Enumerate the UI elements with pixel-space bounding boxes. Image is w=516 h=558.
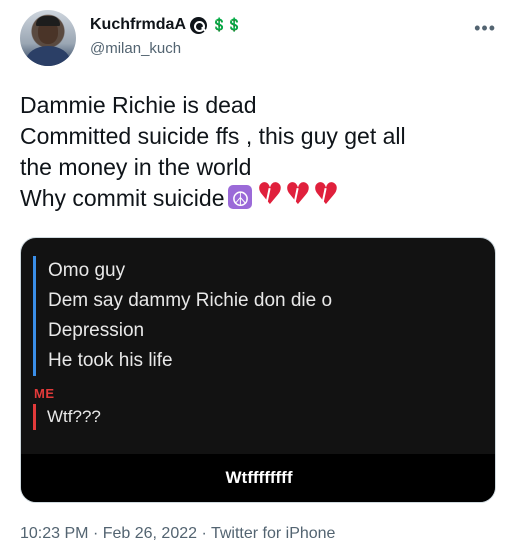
broken-heart-icon: [256, 180, 283, 210]
tweet-line: Committed suicide ffs , this guy get all: [20, 123, 406, 149]
broken-heart-icon: [312, 180, 339, 210]
emoji-row: [228, 180, 339, 215]
user-handle[interactable]: @milan_kuch: [90, 40, 181, 57]
tweet-line: Dammie Richie is dead: [20, 92, 257, 118]
tweet-meta: 10:23 PM · Feb 26, 2022 · Twitter for iP…: [20, 525, 335, 543]
avatar[interactable]: [20, 10, 76, 66]
meta-separator: ·: [201, 525, 207, 542]
peace-symbol-icon: [228, 184, 253, 215]
more-options-icon[interactable]: •••: [474, 18, 496, 39]
name-row[interactable]: KuchfrmdaA 💲💲: [90, 16, 242, 34]
chat-line: Dem say dammy Richie don die o: [48, 290, 333, 311]
tweet-media-image[interactable]: Omo guy Dem say dammy Richie don die o D…: [20, 237, 496, 503]
meta-separator: ·: [92, 525, 99, 542]
tweet-line-with-emojis: Why commit suicide: [20, 180, 500, 215]
caption-bar: Wtffffffff: [21, 454, 495, 502]
chat-line: Depression: [48, 320, 145, 341]
avatar-cap: [36, 16, 60, 26]
display-name[interactable]: KuchfrmdaA: [90, 16, 186, 34]
avatar-shoulders: [26, 46, 70, 66]
tweet-time[interactable]: 10:23 PM: [20, 525, 88, 542]
tweet-line: Why commit suicide: [20, 185, 225, 211]
chat-line: Omo guy: [48, 260, 126, 281]
tweet-date[interactable]: Feb 26, 2022: [103, 525, 197, 542]
chat-line: He took his life: [48, 350, 173, 371]
tweet-header: KuchfrmdaA 💲💲 @milan_kuch •••: [20, 10, 496, 68]
my-reply-message: Wtf???: [47, 407, 101, 426]
image-caption: Wtffffffff: [225, 468, 293, 487]
quoted-chat-block: Omo guy Dem say dammy Richie don die o D…: [33, 256, 332, 376]
search-icon: [190, 16, 208, 34]
tweet-text: Dammie Richie is dead Committed suicide …: [20, 90, 500, 215]
my-reply-block: Wtf???: [33, 404, 101, 430]
broken-heart-icon: [284, 180, 311, 210]
dollar-emoji-icon: 💲💲: [211, 17, 242, 32]
me-label: ME: [34, 386, 55, 401]
tweet-source[interactable]: Twitter for iPhone: [211, 525, 336, 542]
